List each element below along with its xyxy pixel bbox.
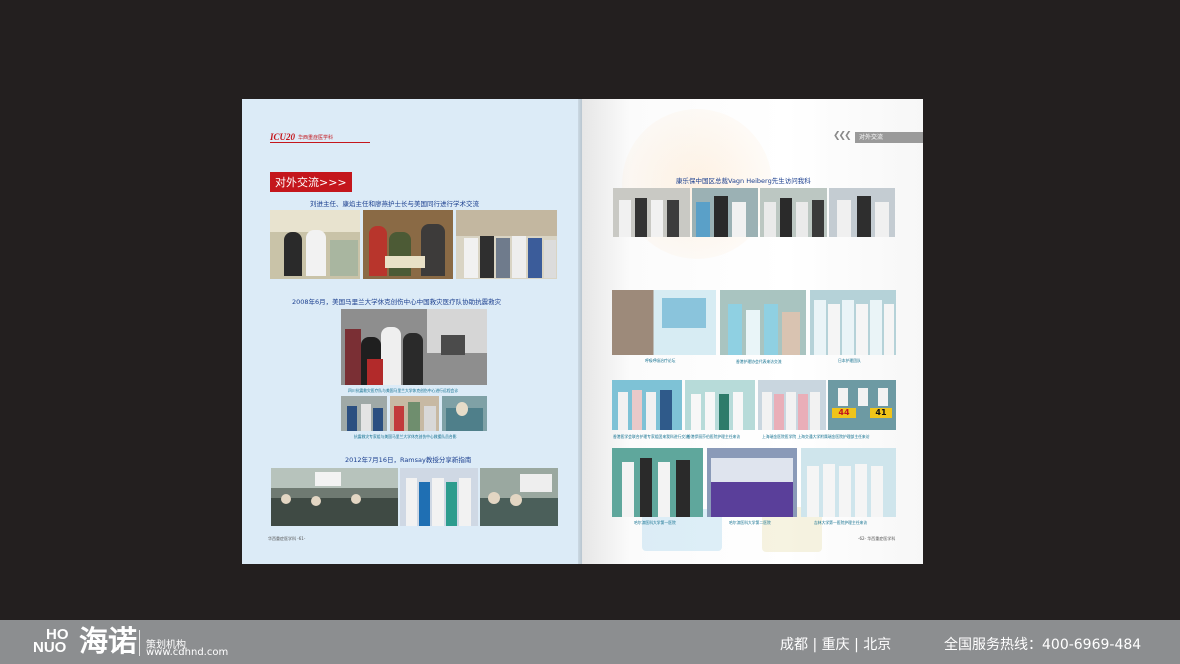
cities-list: 成都 | 重庆 | 北京 — [780, 637, 892, 653]
row4-caption-2: 哈尔滨医科大学第二医院 — [729, 520, 771, 525]
right-page: ❮❮❮ 对外交流 康乐保中国区总裁Vagn Heiberg先生访问我科 呼吸呼吸… — [582, 99, 923, 564]
caption-earthquake-relief: 2008年6月，美国马里兰大学休克创伤中心中国救灾医疗队协助抗震救灾 — [292, 298, 502, 306]
photo-elizabeth-hospital — [685, 380, 755, 430]
section-tab: 对外交流 — [855, 132, 923, 143]
photo-hk-medical-assoc — [612, 380, 682, 430]
photo-lecture-audience — [480, 468, 558, 526]
brochure-spread: ICU20 华西重症医学科 对外交流>>> 刘进主任、康焰主任和廖燕护士长与美国… — [242, 99, 923, 564]
caption-academic-exchange: 刘进主任、康焰主任和廖燕护士长与美国同行进行学术交流 — [310, 200, 479, 208]
photo-visit-3 — [760, 188, 827, 237]
small-caption-consultation: 四川抗震救灾医疗队与美国马里兰大学休克创伤中心进行远程会诊 — [348, 388, 459, 393]
caption-vagn-heiberg-visit: 康乐保中国区总裁Vagn Heiberg先生访问我科 — [676, 177, 811, 185]
photo-ward-41: 44 41 — [828, 380, 896, 430]
photo-respiratory-forum — [612, 290, 716, 355]
photo-visit-4 — [829, 188, 895, 237]
folio-left: 华西重症医学科 -61- — [268, 536, 306, 541]
photo-exchange-2 — [363, 210, 453, 279]
row2-caption-3: 日本护理团队 — [838, 358, 861, 363]
folio-right-text: 华西重症医学科 — [867, 536, 896, 541]
photo-jilin-first — [801, 448, 896, 517]
logo-nuo: NUO — [33, 639, 67, 656]
brand-header: ICU20 华西重症医学科 — [270, 132, 333, 142]
footer-divider — [139, 630, 140, 656]
service-hotline: 全国服务热线：400-6969-484 — [944, 637, 1142, 653]
row3-caption-3: 上海瑞金医院医学院 上海交通大学附属瑞金医院护理部主任来访 — [762, 434, 870, 439]
icu-logo: ICU20 — [270, 132, 296, 142]
photo-lecture-hall — [271, 468, 398, 526]
department-name: 华西重症医学科 — [298, 134, 334, 141]
section-title: 对外交流>>> — [270, 172, 352, 192]
row4-caption-3: 吉林大学第一医院护理主任来访 — [814, 520, 868, 525]
left-page: ICU20 华西重症医学科 对外交流>>> 刘进主任、康焰主任和廖燕护士长与美国… — [242, 99, 582, 564]
photo-exchange-3 — [456, 210, 557, 279]
photo-ruijin-hospital — [758, 380, 826, 430]
photo-relief-team-3 — [442, 396, 487, 431]
photo-hongkong-visit — [720, 290, 806, 355]
caption-ramsay-lecture: 2012年7月16日，Ramsay教授分享新指南 — [345, 456, 472, 464]
photo-ramsay-group — [400, 468, 478, 526]
row3-caption-1: 香港医学会联合护理专家组团来我科进行交流 — [613, 434, 689, 439]
photo-harbin-first — [612, 448, 703, 517]
folio-left-text: 华西重症医学科 — [268, 536, 296, 541]
logo-hainuo: 海诺 — [79, 624, 138, 658]
photo-remote-consultation — [341, 309, 487, 385]
row4-caption-1: 哈尔滨医科大学第一医院 — [634, 520, 676, 525]
photo-relief-team-1 — [341, 396, 387, 431]
row3-caption-2: 香港伊丽莎伯医院护理主任来访 — [687, 434, 741, 439]
photo-harbin-second — [707, 448, 797, 517]
photo-exchange-1 — [270, 210, 360, 279]
photo-japan-nurses — [810, 290, 896, 355]
photo-relief-team-2 — [390, 396, 439, 431]
photo-visit-2 — [692, 188, 758, 237]
row2-caption-1: 呼吸呼吸治疗论坛 — [645, 358, 676, 363]
header-rule — [270, 142, 370, 143]
small-caption-group-photo: 抗震救灾专家组与美国马里兰大学休克创伤中心救援队员合影 — [354, 434, 457, 439]
website-url[interactable]: www.cdhnd.com — [146, 647, 228, 658]
chevrons-icon: ❮❮❮ — [833, 131, 852, 141]
folio-right: -62- 华西重症医学科 — [858, 536, 896, 541]
row2-caption-2: 香港护理协会代表来访交流 — [736, 359, 782, 364]
photo-visit-1 — [613, 188, 690, 237]
